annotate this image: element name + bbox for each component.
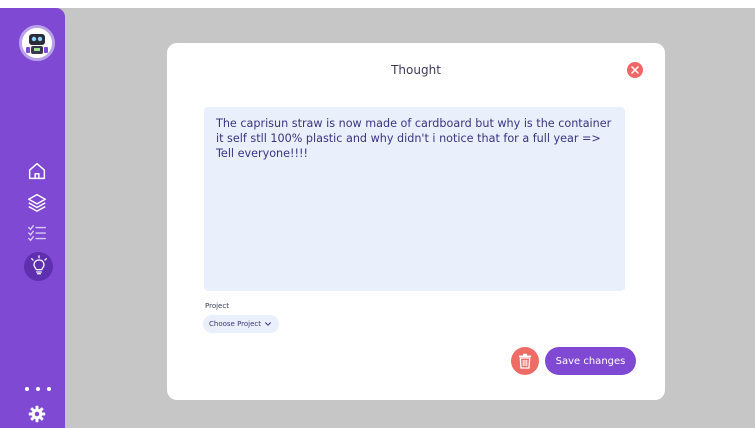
thought-modal: Thought The caprisun straw is now made o…: [167, 43, 665, 400]
modal-title: Thought: [391, 63, 441, 77]
sidebar: [0, 8, 65, 428]
project-select[interactable]: Choose Project: [203, 315, 279, 333]
more-dots-icon[interactable]: [25, 385, 51, 393]
lightbulb-icon[interactable]: [28, 255, 50, 277]
checklist-icon[interactable]: [26, 222, 48, 244]
save-button[interactable]: Save changes: [545, 347, 636, 375]
close-icon[interactable]: [627, 62, 643, 78]
thought-textarea[interactable]: The caprisun straw is now made of cardbo…: [204, 107, 625, 291]
trash-icon: [519, 353, 531, 369]
project-select-value: Choose Project: [209, 320, 262, 328]
home-icon[interactable]: [26, 160, 48, 182]
robot-avatar-icon[interactable]: [19, 25, 55, 61]
chevron-down-icon: [265, 322, 271, 326]
project-label: Project: [205, 302, 229, 310]
layers-icon[interactable]: [26, 191, 48, 213]
gear-icon[interactable]: [28, 405, 46, 423]
delete-button[interactable]: [511, 347, 539, 375]
